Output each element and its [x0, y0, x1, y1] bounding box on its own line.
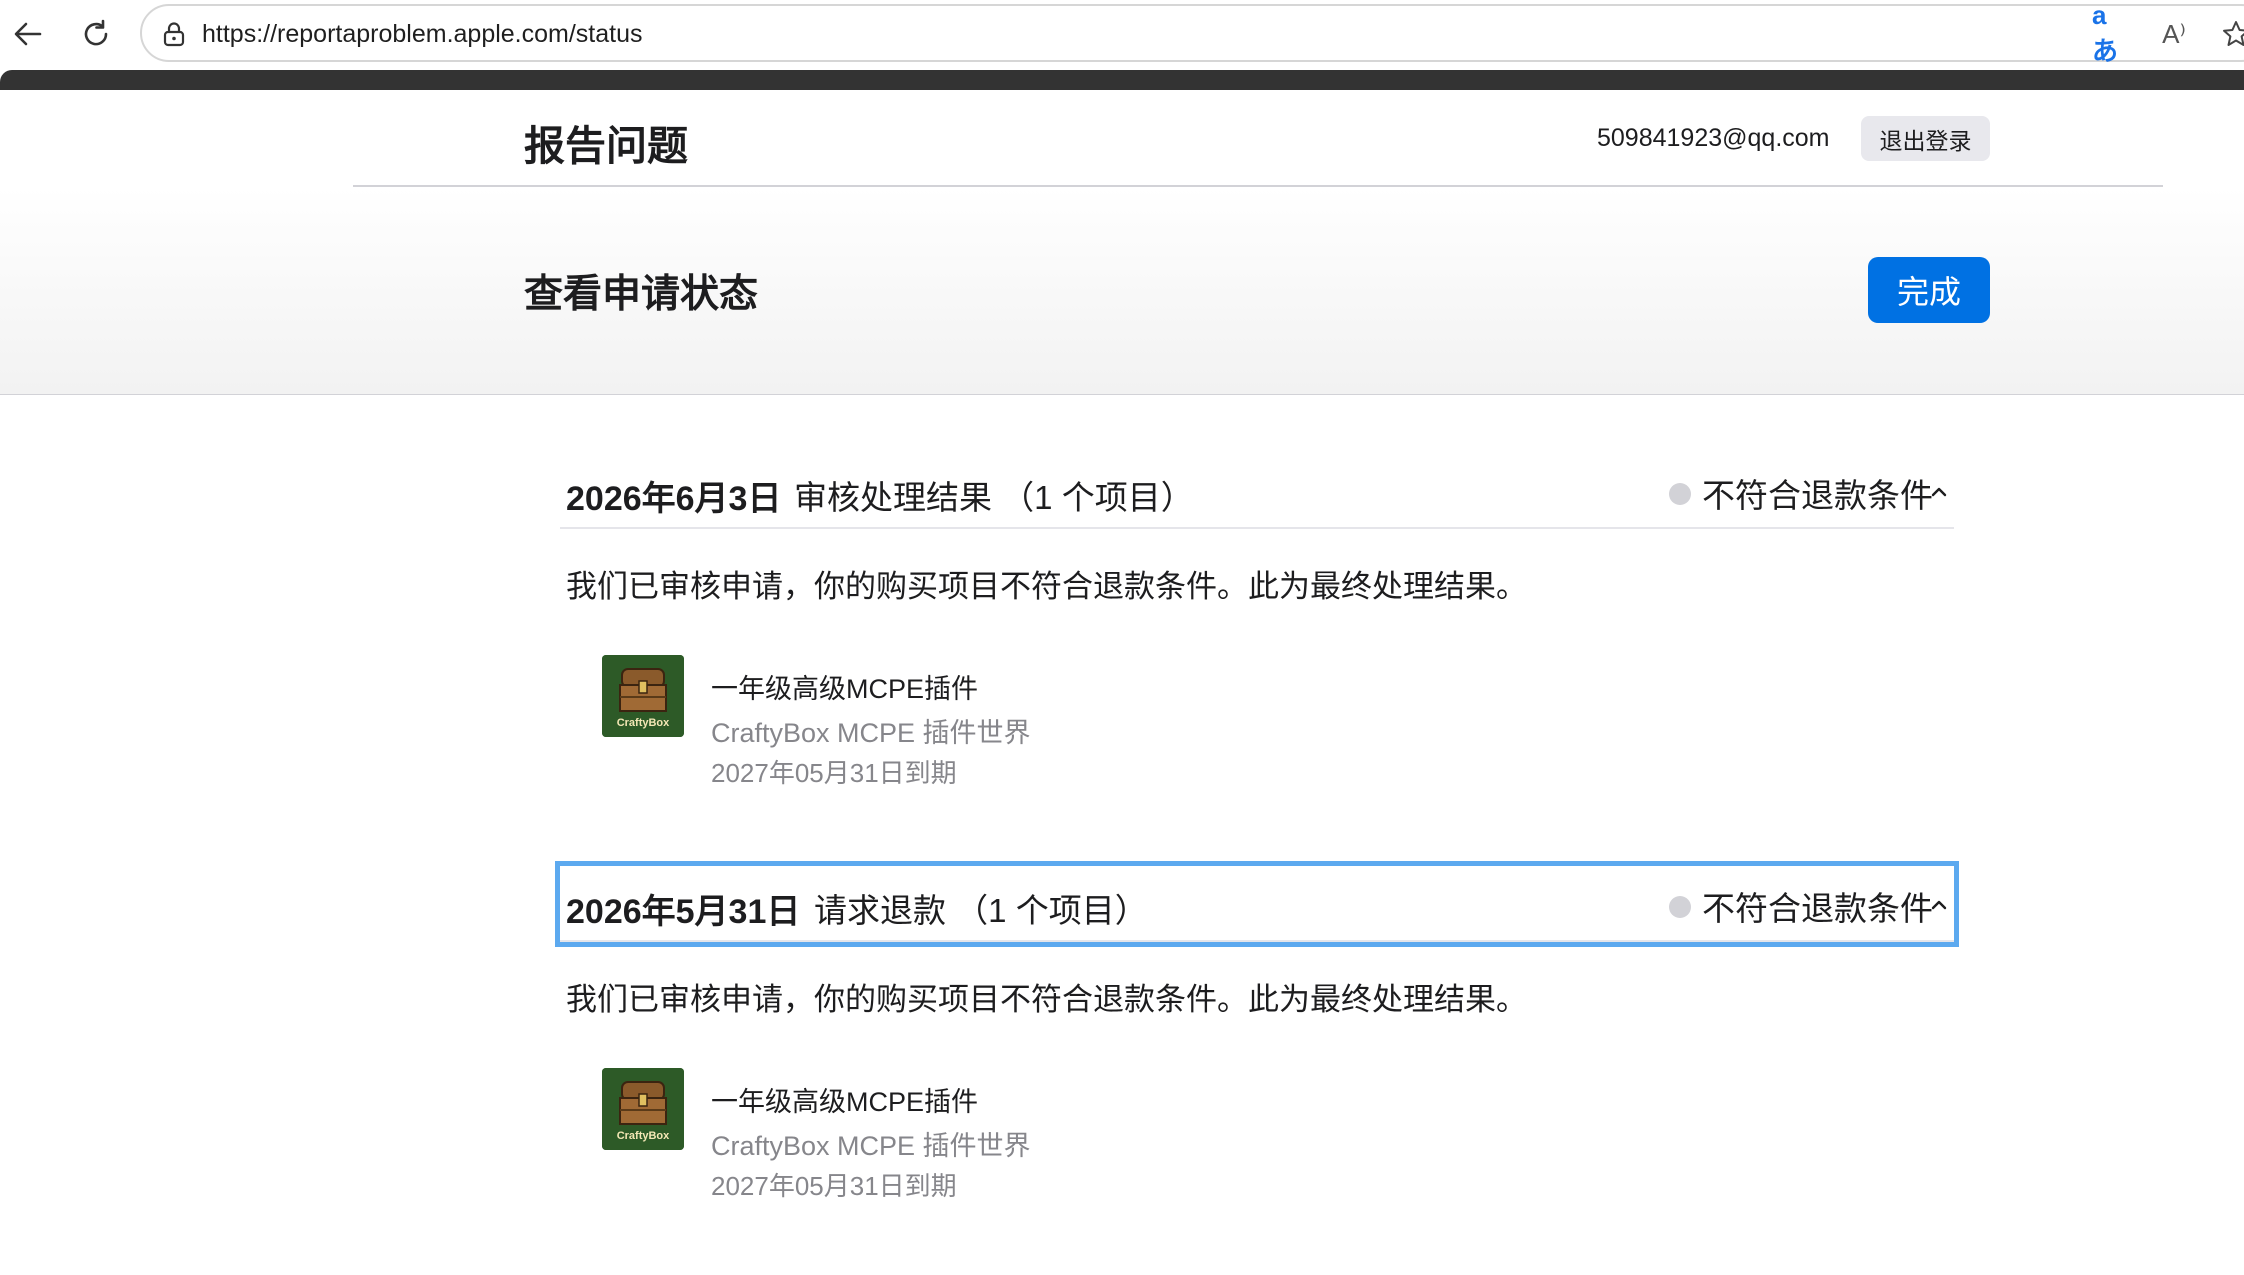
request-date: 2026年6月3日	[566, 480, 782, 518]
favorite-star-icon	[2223, 21, 2244, 46]
read-aloud-icon[interactable]: A⁾	[2154, 18, 2194, 50]
request-type: 请求退款 （1 个项目）	[814, 892, 1148, 929]
url-text[interactable]: https://reportaproblem.apple.com/status	[202, 20, 643, 49]
chevron-up-icon[interactable]	[1930, 483, 1948, 501]
sign-out-button[interactable]: 退出登录	[1861, 116, 1990, 161]
browser-toolbar: https://reportaproblem.apple.com/status …	[0, 0, 2244, 70]
address-bar[interactable]: https://reportaproblem.apple.com/status …	[140, 0, 2244, 66]
reload-icon	[84, 19, 108, 46]
request-status: 不符合退款条件	[1702, 890, 1933, 927]
app-icon-label: CraftyBox	[616, 1130, 670, 1142]
user-email: 509841923@qq.com	[1597, 124, 1830, 152]
reload-button[interactable]	[74, 12, 118, 56]
purchase-item: CraftyBox 一年级高级MCPE插件 CraftyBox MCPE 插件世…	[602, 1068, 1402, 1208]
status-band: 查看申请状态 完成	[0, 187, 2244, 395]
app-icon-label: CraftyBox	[616, 717, 670, 729]
chevron-up-icon[interactable]	[1930, 896, 1948, 914]
status-dot	[1669, 896, 1691, 918]
request-card: 2026年6月3日 审核处理结果 （1 个项目） 不符合退款条件 我们已审核申请…	[560, 453, 1954, 788]
item-developer: CraftyBox MCPE 插件世界	[711, 1131, 1031, 1161]
request-status: 不符合退款条件	[1702, 477, 1933, 514]
app-icon: CraftyBox	[602, 1068, 684, 1150]
tab-strip-divider	[0, 70, 2244, 90]
app-icon: CraftyBox	[602, 655, 684, 737]
request-card: 2026年5月31日 请求退款 （1 个项目） 不符合退款条件 我们已审核申请，…	[555, 861, 1959, 1201]
status-title: 查看申请状态	[524, 273, 759, 316]
page-header: 报告问题 509841923@qq.com 退出登录	[0, 90, 2244, 186]
request-message: 我们已审核申请，你的购买项目不符合退款条件。此为最终处理结果。	[566, 982, 1527, 1017]
purchase-item: CraftyBox 一年级高级MCPE插件 CraftyBox MCPE 插件世…	[602, 655, 1402, 795]
request-type: 审核处理结果 （1 个项目）	[794, 479, 1194, 516]
page-title: 报告问题	[524, 123, 688, 169]
star-icon[interactable]	[2216, 18, 2244, 50]
lock-icon[interactable]	[160, 20, 188, 48]
item-name: 一年级高级MCPE插件	[711, 674, 979, 704]
back-button[interactable]	[6, 12, 50, 56]
request-header[interactable]: 2026年5月31日 请求退款 （1 个项目） 不符合退款条件	[555, 861, 1959, 947]
request-date: 2026年5月31日	[566, 893, 801, 931]
arrow-left-icon	[14, 22, 42, 46]
request-header[interactable]: 2026年6月3日 审核处理结果 （1 个项目） 不符合退款条件	[560, 453, 1954, 529]
item-expiry: 2027年05月31日到期	[711, 1171, 957, 1201]
status-dot	[1669, 483, 1691, 505]
request-message: 我们已审核申请，你的购买项目不符合退款条件。此为最终处理结果。	[566, 569, 1527, 604]
item-developer: CraftyBox MCPE 插件世界	[711, 718, 1031, 748]
item-name: 一年级高级MCPE插件	[711, 1087, 979, 1117]
item-expiry: 2027年05月31日到期	[711, 758, 957, 788]
translate-icon[interactable]: aあ	[2092, 0, 2132, 66]
done-button[interactable]: 完成	[1868, 257, 1990, 323]
